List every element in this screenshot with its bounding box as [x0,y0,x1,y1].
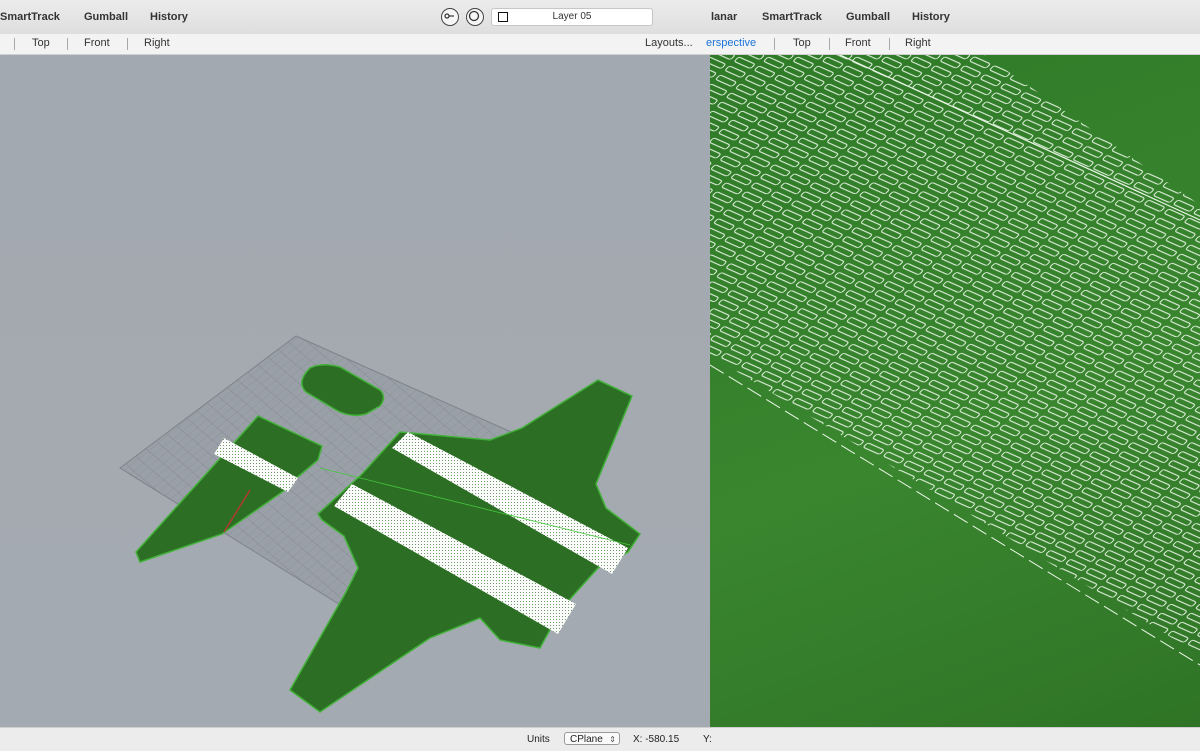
y-coordinate: Y: [703,734,712,745]
current-layer-name: Layer 05 [552,11,592,22]
tab-divider [774,38,775,50]
tab-divider [127,38,128,50]
tab-front-right[interactable]: Front [845,37,871,49]
tab-perspective[interactable]: erspective [706,37,756,49]
gumball-toggle-left[interactable]: Gumball [84,11,128,23]
smarttrack-toggle-right[interactable]: SmartTrack [762,11,822,23]
viewport-tabs: Top Front Right Layouts... erspective To… [0,34,1200,55]
x-coordinate: X: -580.15 [633,734,680,745]
units-label[interactable]: Units [527,734,550,745]
viewport-perspective-left[interactable] [0,55,710,727]
tab-divider [67,38,68,50]
layouts-menu[interactable]: Layouts... [645,37,693,49]
tab-divider [889,38,890,50]
tab-divider [829,38,830,50]
slot-pattern-view [710,55,1200,666]
cplane-selector[interactable]: CPlane ⇕ [564,732,620,745]
tab-front-left[interactable]: Front [84,37,110,49]
tab-right-right[interactable]: Right [905,37,931,49]
chevron-updown-icon: ⇕ [609,735,616,744]
status-bar: Units CPlane ⇕ X: -580.15 Y: [0,727,1200,751]
smarttrack-toggle-left[interactable]: SmartTrack [0,11,60,23]
layer-color-swatch[interactable] [498,12,508,22]
viewport-perspective-right[interactable] [710,55,1200,727]
tab-top-right[interactable]: Top [793,37,811,49]
planar-toggle-right[interactable]: lanar [711,11,737,23]
tab-divider [14,38,15,50]
cplane-value: CPlane [570,734,603,745]
osnap-icon[interactable] [441,8,459,26]
tab-top-left[interactable]: Top [32,37,50,49]
history-toggle-right[interactable]: History [912,11,950,23]
tab-right-left[interactable]: Right [144,37,170,49]
current-layer-selector[interactable]: Layer 05 [491,8,653,26]
history-toggle-left[interactable]: History [150,11,188,23]
top-toolbar: SmartTrack Gumball History Layer 05 lana… [0,0,1200,35]
gumball-toggle-right[interactable]: Gumball [846,11,890,23]
slot-field [710,55,1200,655]
record-history-icon[interactable] [466,8,484,26]
model-view [119,335,642,713]
